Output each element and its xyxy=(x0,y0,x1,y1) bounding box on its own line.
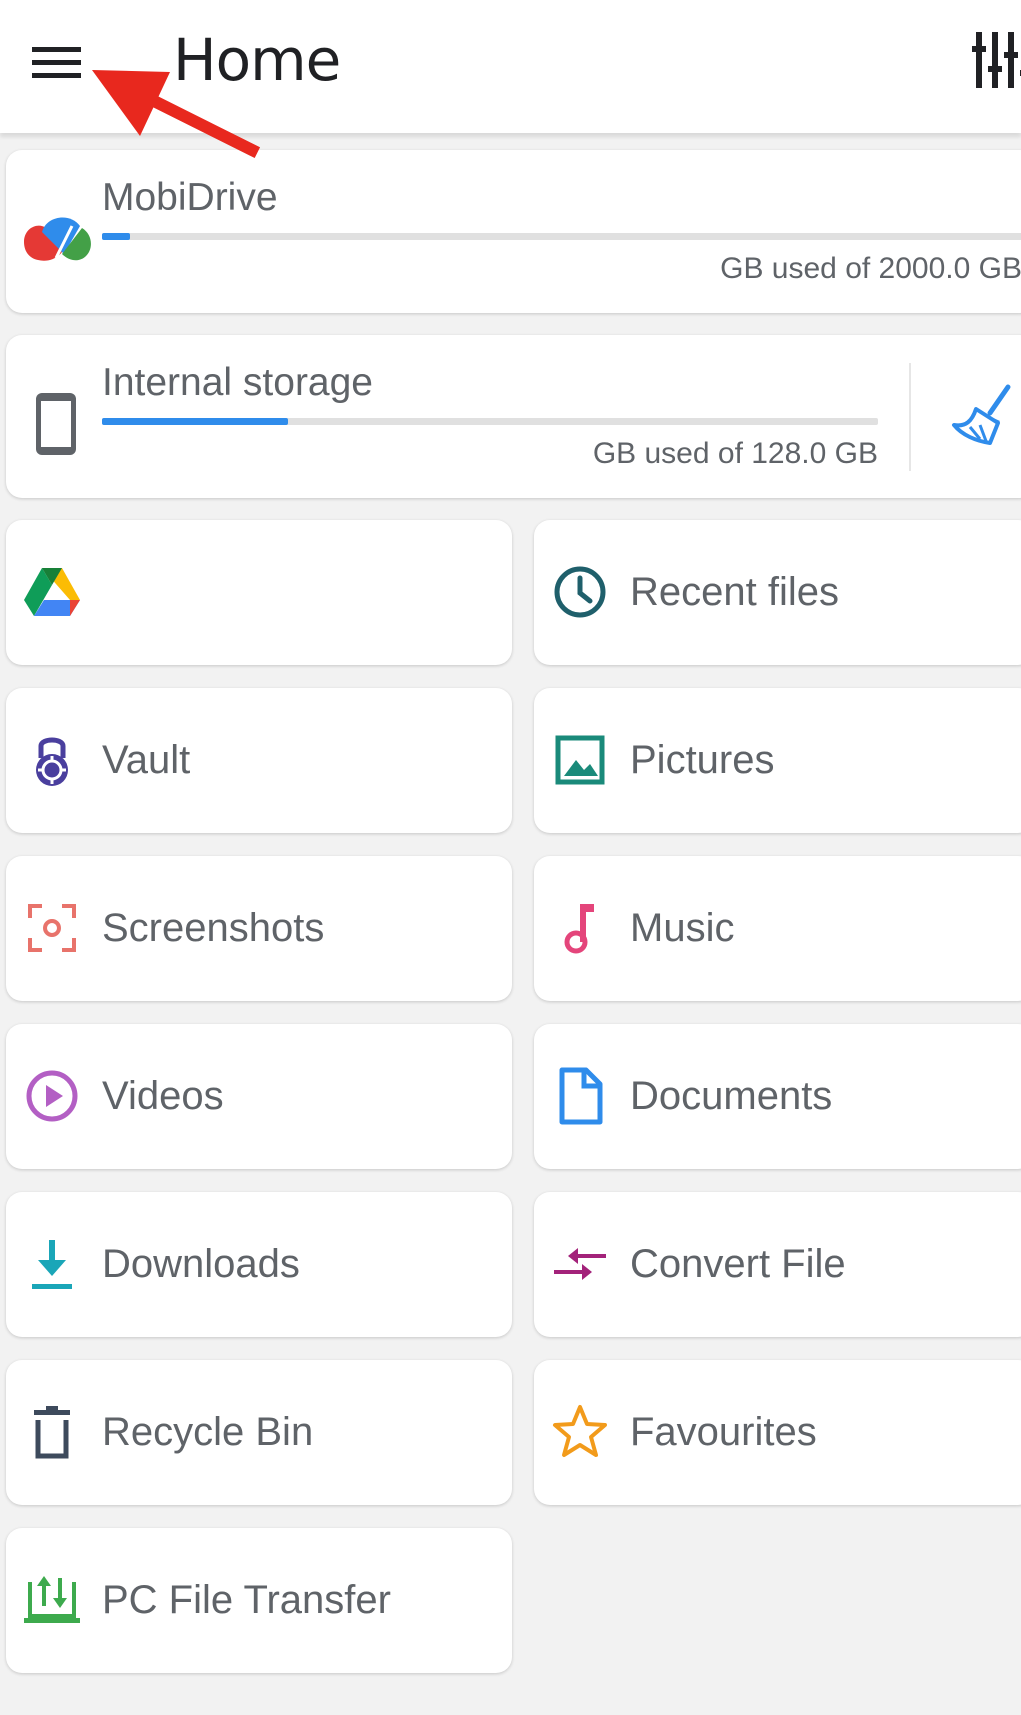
internal-storage-used-text: GB used of 128.0 GB xyxy=(592,437,878,470)
star-icon xyxy=(550,1402,610,1462)
tile-favourites[interactable]: Favourites xyxy=(534,1360,1021,1505)
hamburger-menu-icon xyxy=(32,47,81,78)
tile-pc-file-transfer[interactable]: PC File Transfer xyxy=(6,1528,512,1673)
card-divider xyxy=(909,363,911,471)
phone-icon xyxy=(16,383,96,463)
mobidrive-usage-fill xyxy=(102,233,131,240)
tile-documents[interactable]: Documents xyxy=(534,1024,1021,1169)
mobidrive-storage-card[interactable]: MobiDrive GB used of 2000.0 GB xyxy=(6,150,1021,313)
tune-sliders-icon xyxy=(972,32,1021,88)
tile-screenshots[interactable]: Screenshots xyxy=(6,856,512,1001)
internal-storage-usage-bar xyxy=(102,418,878,425)
convert-arrows-icon xyxy=(550,1234,610,1294)
tile-recycle-bin[interactable]: Recycle Bin xyxy=(6,1360,512,1505)
tile-videos[interactable]: Videos xyxy=(6,1024,512,1169)
tile-vault[interactable]: Vault xyxy=(6,688,512,833)
tile-google-drive[interactable] xyxy=(6,520,512,665)
tile-convert-file[interactable]: Convert File xyxy=(534,1192,1021,1337)
internal-storage-name: Internal storage xyxy=(102,361,374,404)
tile-music[interactable]: Music xyxy=(534,856,1021,1001)
play-circle-icon xyxy=(22,1066,82,1126)
pc-transfer-icon xyxy=(22,1570,82,1630)
filter-button[interactable] xyxy=(972,30,1021,90)
lock-icon xyxy=(22,730,82,790)
document-icon xyxy=(550,1066,610,1126)
tile-label: Downloads xyxy=(102,1242,300,1286)
tile-label: Music xyxy=(630,906,735,950)
tile-label: Pictures xyxy=(630,738,775,782)
music-note-icon xyxy=(550,898,610,958)
annotation-arrow-icon xyxy=(92,70,260,159)
menu-button[interactable] xyxy=(24,38,88,88)
tile-label: PC File Transfer xyxy=(102,1578,391,1622)
tile-label: Screenshots xyxy=(102,906,325,950)
mobidrive-usage-bar xyxy=(102,233,1021,240)
mobidrive-used-text: GB used of 2000.0 GB xyxy=(720,252,1021,285)
mobidrive-name: MobiDrive xyxy=(102,176,278,219)
tile-label: Convert File xyxy=(630,1242,846,1286)
google-drive-icon xyxy=(22,562,82,622)
tile-downloads[interactable]: Downloads xyxy=(6,1192,512,1337)
clock-icon xyxy=(550,562,610,622)
internal-storage-usage-fill xyxy=(102,418,289,425)
tile-recent-files[interactable]: Recent files xyxy=(534,520,1021,665)
tile-label: Videos xyxy=(102,1074,224,1118)
tile-label: Favourites xyxy=(630,1410,817,1454)
trash-icon xyxy=(22,1402,82,1462)
internal-storage-card[interactable]: Internal storage GB used of 128.0 GB xyxy=(6,335,1021,498)
tile-label: Recent files xyxy=(630,570,839,614)
broom-clean-icon xyxy=(952,384,1011,445)
clean-storage-button[interactable] xyxy=(946,383,1016,453)
tile-label: Recycle Bin xyxy=(102,1410,314,1454)
tile-pictures[interactable]: Pictures xyxy=(534,688,1021,833)
image-icon xyxy=(550,730,610,790)
mobidrive-logo-icon xyxy=(16,198,96,278)
tile-label: Vault xyxy=(102,738,191,782)
download-icon xyxy=(22,1234,82,1294)
screenshot-icon xyxy=(22,898,82,958)
tile-label: Documents xyxy=(630,1074,833,1118)
